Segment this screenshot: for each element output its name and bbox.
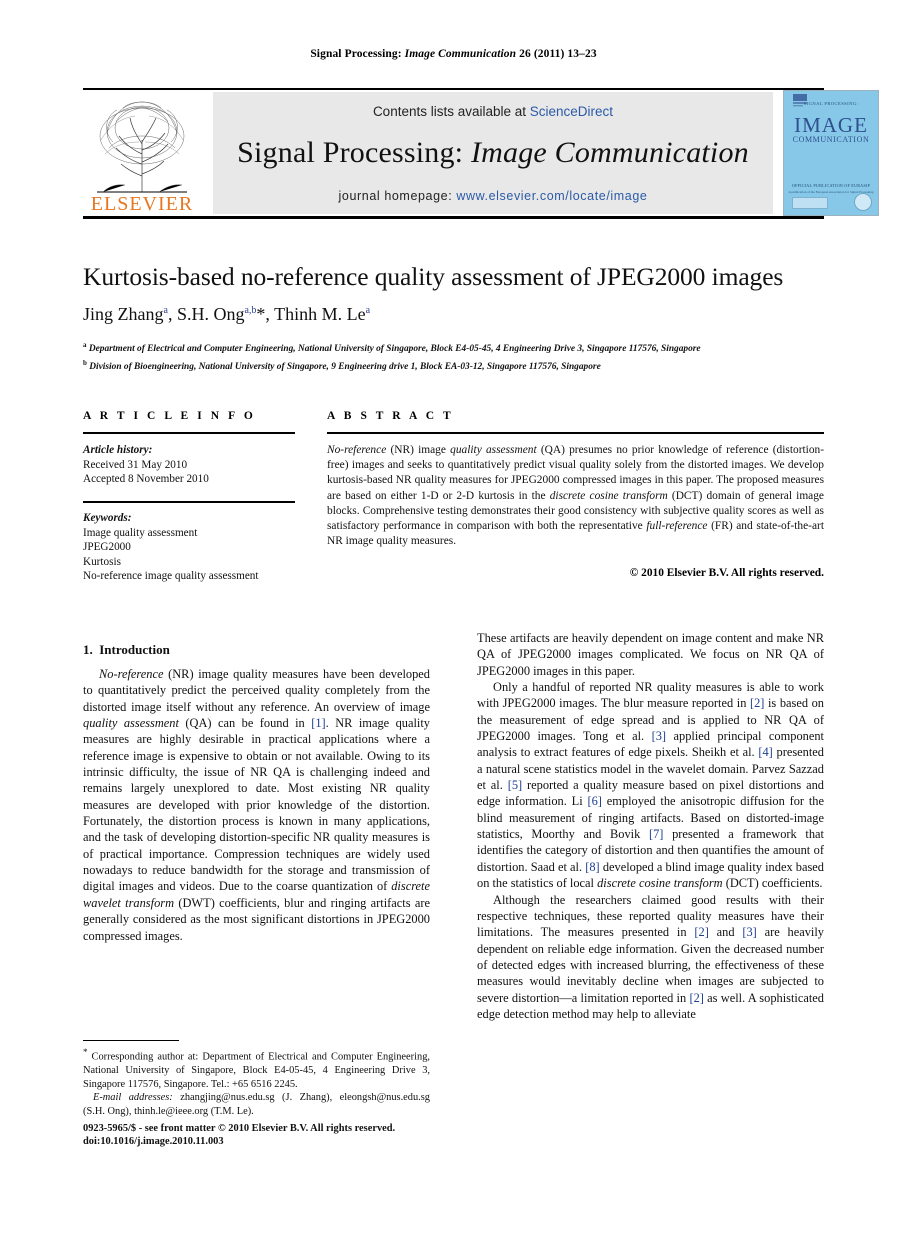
sciencedirect-link[interactable]: ScienceDirect bbox=[530, 104, 613, 119]
author-affiliation-mark: a bbox=[163, 305, 168, 316]
body-run: These artifacts are heavily dependent on… bbox=[477, 631, 824, 678]
email-label: E-mail addresses: bbox=[93, 1092, 173, 1104]
citation-link[interactable]: [2] bbox=[689, 991, 703, 1005]
accepted-date: Accepted 8 November 2010 bbox=[83, 473, 209, 486]
affiliation-text: Division of Bioengineering, National Uni… bbox=[86, 362, 601, 373]
issn-copyright-line: 0923-5965/$ - see front matter © 2010 El… bbox=[83, 1123, 396, 1134]
footnote-block: * Corresponding author at: Department of… bbox=[83, 1046, 430, 1118]
citation-link[interactable]: [1] bbox=[311, 716, 325, 730]
abstract-heading: A B S T R A C T bbox=[327, 410, 454, 422]
citation-link[interactable]: [4] bbox=[758, 745, 772, 759]
citation-link[interactable]: [3] bbox=[652, 729, 666, 743]
article-history-label: Article history: bbox=[83, 444, 153, 456]
corresponding-author-text: Corresponding author at: Department of E… bbox=[83, 1051, 430, 1090]
citation-link[interactable]: [3] bbox=[742, 925, 756, 939]
homepage-link[interactable]: www.elsevier.com/locate/image bbox=[456, 189, 647, 203]
affiliation-text: Department of Electrical and Computer En… bbox=[86, 344, 701, 355]
email-note: E-mail addresses: zhangjing@nus.edu.sg (… bbox=[83, 1091, 430, 1118]
body-run: (QA) can be found in bbox=[178, 716, 312, 731]
running-head-citation: 26 (2011) 13–23 bbox=[519, 48, 597, 60]
author-list: Jing Zhanga, S.H. Onga,b*, Thinh M. Lea bbox=[83, 304, 371, 324]
corresponding-author-note: * Corresponding author at: Department of… bbox=[83, 1046, 430, 1091]
citation-link[interactable]: [2] bbox=[750, 696, 764, 710]
abstract-copyright: © 2010 Elsevier B.V. All rights reserved… bbox=[629, 567, 824, 579]
author-affiliation-mark: a,b bbox=[244, 305, 257, 316]
cover-mid-label: OFFICIAL PUBLICATION OF EURASIP bbox=[791, 183, 871, 188]
received-date: Received 31 May 2010 bbox=[83, 458, 188, 471]
body-run: and bbox=[708, 925, 743, 940]
keywords-block: Keywords: Image quality assessment JPEG20… bbox=[83, 511, 295, 584]
article-history: Article history: Received 31 May 2010 Ac… bbox=[83, 443, 295, 487]
abstract-rule-top bbox=[327, 432, 824, 434]
journal-title-plain: Signal Processing: bbox=[237, 136, 464, 169]
citation-link[interactable]: [6] bbox=[587, 794, 601, 808]
keyword-item: No-reference image quality assessment bbox=[83, 570, 259, 583]
journal-title: Signal Processing: Image Communication bbox=[213, 136, 773, 170]
citation-link[interactable]: [8] bbox=[585, 860, 599, 874]
body-paragraph: No-reference (NR) image quality measures… bbox=[83, 666, 430, 944]
elsevier-wordmark: ELSEVIER bbox=[90, 193, 194, 215]
masthead: ELSEVIER Contents lists available at Sci… bbox=[83, 88, 879, 219]
abstract-emphasis: quality assessment bbox=[450, 444, 537, 456]
journal-homepage-line: journal homepage: www.elsevier.com/locat… bbox=[213, 189, 773, 203]
info-rule-top bbox=[83, 432, 295, 434]
author-name: Thinh M. Le bbox=[274, 304, 366, 324]
body-emphasis: No-reference bbox=[99, 667, 164, 681]
imprint-block: 0923-5965/$ - see front matter © 2010 El… bbox=[83, 1122, 483, 1149]
body-column-right: These artifacts are heavily dependent on… bbox=[477, 630, 824, 1022]
abstract-emphasis: full-reference bbox=[646, 520, 708, 533]
footnote-rule bbox=[83, 1040, 179, 1041]
abstract-emphasis: discrete cosine transform bbox=[549, 489, 668, 502]
body-emphasis: discrete cosine transform bbox=[597, 876, 723, 891]
body-paragraph: Although the researchers claimed good re… bbox=[477, 892, 824, 1023]
keyword-item: Kurtosis bbox=[83, 555, 121, 568]
paper-page: Signal Processing: Image Communication 2… bbox=[0, 0, 907, 1238]
affiliation-line: b Division of Bioengineering, National U… bbox=[83, 356, 843, 374]
abstract-run: (NR) image bbox=[386, 444, 451, 456]
author-affiliation-mark: a bbox=[365, 305, 371, 316]
doi-line: doi:10.1016/j.image.2010.11.003 bbox=[83, 1136, 224, 1148]
citation-link[interactable]: [2] bbox=[694, 925, 708, 939]
cover-subtitle: COMMUNICATION bbox=[792, 135, 870, 144]
body-paragraph: These artifacts are heavily dependent on… bbox=[477, 630, 824, 679]
masthead-bottom-rule bbox=[83, 216, 824, 219]
body-emphasis: quality assessment bbox=[83, 716, 179, 731]
body-column-left: No-reference (NR) image quality measures… bbox=[83, 644, 430, 944]
author-name: Jing Zhang bbox=[83, 304, 164, 324]
body-paragraph: Only a handful of reported NR quality me… bbox=[477, 679, 824, 891]
contents-available-line: Contents lists available at ScienceDirec… bbox=[213, 104, 773, 119]
citation-link[interactable]: [7] bbox=[649, 827, 663, 841]
abstract-emphasis: No-reference bbox=[327, 444, 387, 456]
author-name: S.H. Ong bbox=[176, 304, 245, 324]
journal-cover-thumbnail: SIGNAL PROCESSING: IMAGE COMMUNICATION O… bbox=[783, 90, 879, 216]
keyword-list: Image quality assessment JPEG2000 Kurtosis… bbox=[83, 526, 295, 584]
masthead-panel: Contents lists available at ScienceDirec… bbox=[213, 92, 773, 214]
running-head: Signal Processing: Image Communication 2… bbox=[83, 48, 824, 60]
article-info-heading: A R T I C L E I N F O bbox=[83, 410, 256, 422]
homepage-prefix: journal homepage: bbox=[338, 189, 457, 203]
affiliation-line: a Department of Electrical and Computer … bbox=[83, 338, 843, 356]
corresponding-author-mark: * bbox=[256, 304, 266, 324]
keyword-item: JPEG2000 bbox=[83, 541, 131, 554]
journal-title-italic: Image Communication bbox=[470, 136, 749, 169]
cover-sciencedirect-badge bbox=[792, 197, 828, 209]
body-run: . NR image quality measures are highly d… bbox=[83, 716, 430, 894]
keywords-label: Keywords: bbox=[83, 512, 132, 524]
page-title: Kurtosis-based no-reference quality asse… bbox=[83, 262, 784, 291]
running-head-journal-italic: Image Communication bbox=[404, 48, 517, 60]
contents-prefix: Contents lists available at bbox=[372, 104, 530, 119]
affiliation-list: a Department of Electrical and Computer … bbox=[83, 338, 843, 374]
info-rule-middle bbox=[83, 501, 295, 503]
masthead-top-rule bbox=[83, 88, 824, 90]
keyword-item: Image quality assessment bbox=[83, 526, 198, 539]
cover-top-label: SIGNAL PROCESSING: bbox=[803, 101, 859, 106]
body-run: (DCT) coefficients. bbox=[722, 876, 823, 891]
cover-eurasip-badge bbox=[854, 193, 872, 211]
citation-link[interactable]: [5] bbox=[508, 778, 522, 792]
running-head-journal: Signal Processing: bbox=[310, 48, 402, 60]
abstract-text: No-reference (NR) image quality assessme… bbox=[327, 443, 824, 549]
